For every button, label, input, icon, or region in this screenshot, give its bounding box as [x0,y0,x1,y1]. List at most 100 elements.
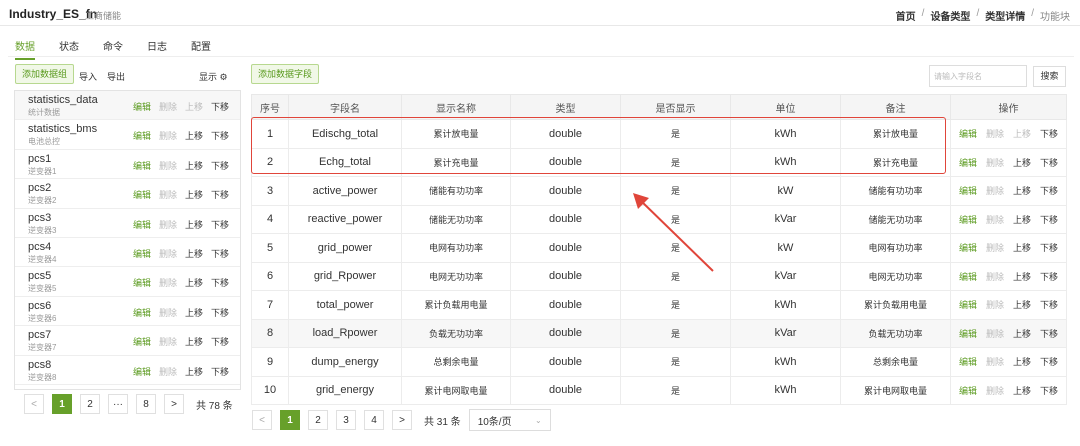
move-down-button[interactable]: 下移 [1040,298,1058,311]
move-up-button[interactable]: 上移 [1013,184,1031,197]
delete-button[interactable]: 删除 [159,247,177,260]
export-button[interactable]: 导出 [107,70,125,83]
delete-button[interactable]: 删除 [986,156,1004,169]
move-up-button[interactable]: 上移 [185,276,203,289]
move-down-button[interactable]: 下移 [211,247,229,260]
page-size-select[interactable]: 10条/页 ⌄ [468,409,551,431]
page-ellipsis[interactable]: ··· [108,394,128,414]
delete-button[interactable]: 删除 [986,127,1004,140]
breadcrumb-item-home[interactable]: 首页 [896,8,916,23]
move-down-button[interactable]: 下移 [1040,213,1058,226]
delete-button[interactable]: 删除 [986,184,1004,197]
list-item[interactable]: pcs8 逆变器8 编辑 删除 上移 下移 [15,356,240,385]
delete-button[interactable]: 删除 [159,218,177,231]
move-down-button[interactable]: 下移 [211,306,229,319]
edit-button[interactable]: 编辑 [959,298,977,311]
page-button-2[interactable]: 2 [308,410,328,430]
delete-button[interactable]: 删除 [159,306,177,319]
edit-button[interactable]: 编辑 [133,100,151,113]
move-up-button[interactable]: 上移 [1013,241,1031,254]
page-button-1[interactable]: 1 [280,410,300,430]
list-item[interactable]: pcs3 逆变器3 编辑 删除 上移 下移 [15,209,240,238]
next-page-button[interactable]: > [164,394,184,414]
move-down-button[interactable]: 下移 [1040,184,1058,197]
move-up-button[interactable]: 上移 [185,129,203,142]
move-up-button[interactable]: 上移 [185,100,203,113]
list-item[interactable]: pcs4 逆变器4 编辑 删除 上移 下移 [15,238,240,268]
breadcrumb-item-type-detail[interactable]: 类型详情 [985,8,1025,23]
edit-button[interactable]: 编辑 [959,156,977,169]
move-up-button[interactable]: 上移 [185,306,203,319]
move-down-button[interactable]: 下移 [1040,241,1058,254]
page-button-3[interactable]: 3 [336,410,356,430]
edit-button[interactable]: 编辑 [133,129,151,142]
field-search-input[interactable]: 请输入字段名 [929,65,1027,87]
delete-button[interactable]: 删除 [159,100,177,113]
move-down-button[interactable]: 下移 [211,365,229,378]
move-up-button[interactable]: 上移 [1013,384,1031,397]
move-up-button[interactable]: 上移 [185,247,203,260]
list-item[interactable]: statistics_bms 电池总控 编辑 删除 上移 下移 [15,120,240,150]
delete-button[interactable]: 删除 [986,327,1004,340]
prev-page-button[interactable]: < [252,410,272,430]
list-item[interactable]: pcs5 逆变器5 编辑 删除 上移 下移 [15,267,240,297]
move-up-button[interactable]: 上移 [1013,327,1031,340]
delete-button[interactable]: 删除 [159,335,177,348]
move-down-button[interactable]: 下移 [211,276,229,289]
edit-button[interactable]: 编辑 [959,184,977,197]
edit-button[interactable]: 编辑 [133,188,151,201]
move-down-button[interactable]: 下移 [1040,355,1058,368]
move-down-button[interactable]: 下移 [211,129,229,142]
move-down-button[interactable]: 下移 [211,218,229,231]
edit-button[interactable]: 编辑 [133,276,151,289]
move-up-button[interactable]: 上移 [1013,355,1031,368]
delete-button[interactable]: 删除 [159,188,177,201]
edit-button[interactable]: 编辑 [959,270,977,283]
page-button-8[interactable]: 8 [136,394,156,414]
edit-button[interactable]: 编辑 [133,335,151,348]
move-down-button[interactable]: 下移 [211,100,229,113]
list-item[interactable]: pcs1 逆变器1 编辑 删除 上移 下移 [15,150,240,180]
delete-button[interactable]: 删除 [159,129,177,142]
prev-page-button[interactable]: < [24,394,44,414]
list-item[interactable]: statistics_data 统计数据 编辑 删除 上移 下移 [15,91,240,121]
delete-button[interactable]: 删除 [986,213,1004,226]
add-data-field-button[interactable]: 添加数据字段 [251,64,320,84]
move-down-button[interactable]: 下移 [1040,384,1058,397]
move-down-button[interactable]: 下移 [211,188,229,201]
move-down-button[interactable]: 下移 [1040,270,1058,283]
edit-button[interactable]: 编辑 [133,218,151,231]
list-item[interactable]: pcs6 逆变器6 编辑 删除 上移 下移 [15,297,240,327]
next-page-button[interactable]: > [392,410,412,430]
move-up-button[interactable]: 上移 [185,188,203,201]
import-button[interactable]: 导入 [79,70,97,83]
move-down-button[interactable]: 下移 [1040,327,1058,340]
move-up-button[interactable]: 上移 [185,218,203,231]
edit-button[interactable]: 编辑 [133,159,151,172]
display-settings-button[interactable]: 显示 ⚙ [199,70,228,83]
move-up-button[interactable]: 上移 [185,365,203,378]
delete-button[interactable]: 删除 [159,365,177,378]
edit-button[interactable]: 编辑 [133,306,151,319]
add-data-group-button[interactable]: 添加数据组 [15,64,75,84]
page-button-4[interactable]: 4 [364,410,384,430]
move-up-button[interactable]: 上移 [1013,127,1031,140]
list-item[interactable]: pcs7 逆变器7 编辑 删除 上移 下移 [15,326,240,356]
table-row[interactable]: 9 dump_energy 总剩余电量 double 是 kWh 总剩余电量 编辑 删除 上移 下移 [251,347,1067,377]
table-row[interactable]: 8 load_Rpower 负载无功功率 double 是 kVar 负载无功功率 编辑 删除上… [251,318,1067,348]
edit-button[interactable]: 编辑 [959,384,977,397]
delete-button[interactable]: 删除 [159,276,177,289]
search-button[interactable]: 搜索 [1033,66,1066,87]
delete-button[interactable]: 删除 [986,241,1004,254]
list-item[interactable]: pcs2 逆变器2 编辑 删除 上移 下移 [15,179,240,209]
edit-button[interactable]: 编辑 [959,213,977,226]
edit-button[interactable]: 编辑 [959,127,977,140]
move-down-button[interactable]: 下移 [1040,156,1058,169]
move-up-button[interactable]: 上移 [1013,298,1031,311]
edit-button[interactable]: 编辑 [133,247,151,260]
move-up-button[interactable]: 上移 [1013,156,1031,169]
move-up-button[interactable]: 上移 [1013,213,1031,226]
page-button-2[interactable]: 2 [80,394,100,414]
move-up-button[interactable]: 上移 [185,159,203,172]
delete-button[interactable]: 删除 [986,355,1004,368]
